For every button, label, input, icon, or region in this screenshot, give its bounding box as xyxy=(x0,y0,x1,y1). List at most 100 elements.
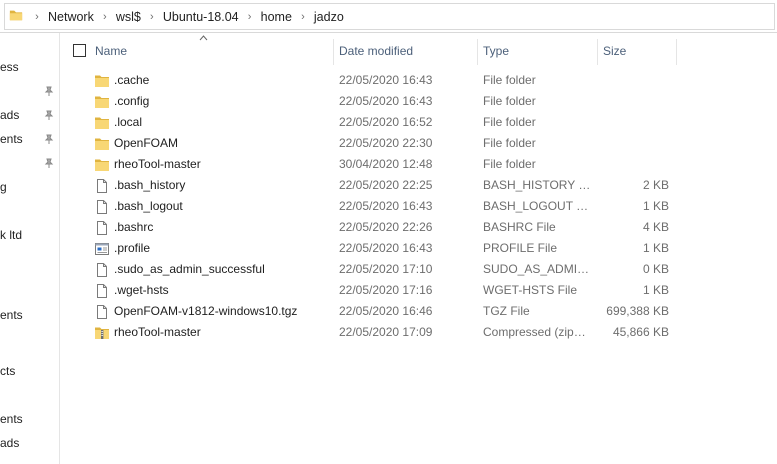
file-row[interactable]: .profile 22/05/2020 16:43 PROFILE File 1 KB xyxy=(61,238,777,259)
file-date-modified: 30/04/2020 12:48 xyxy=(339,157,433,171)
file-name: .sudo_as_admin_successful xyxy=(114,262,265,276)
chevron-right-icon[interactable]: › xyxy=(28,0,46,33)
file-date-modified: 22/05/2020 22:26 xyxy=(339,220,433,234)
file-type: PROFILE File xyxy=(483,241,558,255)
address-bar[interactable]: › Network › wsl$ › Ubuntu-18.04 › home ›… xyxy=(0,0,777,33)
column-header-row: Name Date modified Type Size xyxy=(61,33,777,69)
file-row[interactable]: .local 22/05/2020 16:52 File folder xyxy=(61,112,777,133)
file-size: 1 KB xyxy=(642,283,669,297)
file-date-modified: 22/05/2020 16:43 xyxy=(339,199,433,213)
file-name: OpenFOAM xyxy=(114,136,179,150)
navigation-pane: ess ads ents g k ltd ents cts ents ads xyxy=(0,33,60,464)
file-date-modified: 22/05/2020 16:43 xyxy=(339,73,433,87)
breadcrumb-item[interactable]: home xyxy=(259,10,294,24)
file-name: .bashrc xyxy=(114,220,154,234)
file-size: 4 KB xyxy=(642,220,669,234)
file-icon xyxy=(94,262,110,278)
column-header-size[interactable]: Size xyxy=(598,39,676,67)
file-name: .wget-hsts xyxy=(114,283,169,297)
pin-icon[interactable] xyxy=(44,110,54,120)
pin-icon[interactable] xyxy=(44,134,54,144)
nav-item[interactable]: ents xyxy=(0,308,23,322)
file-name: rheoTool-master xyxy=(114,157,201,171)
zip-folder-icon xyxy=(94,325,110,341)
file-icon xyxy=(94,283,110,299)
file-row[interactable]: .wget-hsts 22/05/2020 17:16 WGET-HSTS File… xyxy=(61,280,777,301)
file-date-modified: 22/05/2020 17:16 xyxy=(339,283,433,297)
file-type: Compressed (zipped) Folder xyxy=(483,325,591,339)
file-date-modified: 22/05/2020 16:52 xyxy=(339,115,433,129)
file-name: OpenFOAM-v1812-windows10.tgz xyxy=(114,304,298,318)
file-date-modified: 22/05/2020 16:46 xyxy=(339,304,433,318)
folder-icon xyxy=(94,73,110,89)
folder-icon xyxy=(94,94,110,110)
file-size: 1 KB xyxy=(642,199,669,213)
file-type: SUDO_AS_ADMIN_SUCCESSFUL File xyxy=(483,262,591,276)
file-date-modified: 22/05/2020 17:10 xyxy=(339,262,433,276)
file-type: File folder xyxy=(483,94,536,108)
file-type: File folder xyxy=(483,115,536,129)
breadcrumb-item[interactable]: Ubuntu-18.04 xyxy=(161,10,241,24)
file-row[interactable]: rheoTool-master 22/05/2020 17:09 Compresse… xyxy=(61,322,777,343)
file-icon xyxy=(94,220,110,236)
nav-item[interactable]: cts xyxy=(0,364,15,378)
folder-icon xyxy=(94,115,110,131)
nav-item[interactable]: ents xyxy=(0,412,23,426)
nav-item[interactable]: ads xyxy=(0,108,19,122)
column-header-name[interactable]: Name xyxy=(90,39,333,67)
file-name: .cache xyxy=(114,73,150,87)
chevron-right-icon[interactable]: › xyxy=(96,0,114,33)
chevron-right-icon[interactable]: › xyxy=(241,0,259,33)
breadcrumb-item[interactable]: wsl$ xyxy=(114,10,143,24)
file-row[interactable]: OpenFOAM 22/05/2020 22:30 File folder xyxy=(61,133,777,154)
file-size: 0 KB xyxy=(642,262,669,276)
column-header-type[interactable]: Type xyxy=(478,39,597,67)
file-row[interactable]: .cache 22/05/2020 16:43 File folder xyxy=(61,70,777,91)
file-row[interactable]: .bashrc 22/05/2020 22:26 BASHRC File 4 KB xyxy=(61,217,777,238)
file-icon xyxy=(94,304,110,320)
file-type: File folder xyxy=(483,157,536,171)
nav-item[interactable]: ents xyxy=(0,132,23,146)
breadcrumb: › Network › wsl$ › Ubuntu-18.04 › home ›… xyxy=(28,0,346,33)
column-header-date-modified[interactable]: Date modified xyxy=(334,39,477,67)
file-row[interactable]: .bash_logout 22/05/2020 16:43 BASH_LOGOUT … xyxy=(61,196,777,217)
file-type: BASHRC File xyxy=(483,220,556,234)
file-type: File folder xyxy=(483,136,536,150)
breadcrumb-item[interactable]: Network xyxy=(46,10,96,24)
file-size: 1 KB xyxy=(642,241,669,255)
folder-icon xyxy=(9,10,23,21)
pin-icon[interactable] xyxy=(44,86,54,96)
file-date-modified: 22/05/2020 22:25 xyxy=(339,178,433,192)
folder-icon xyxy=(94,136,110,152)
chevron-right-icon[interactable]: › xyxy=(294,0,312,33)
file-date-modified: 22/05/2020 22:30 xyxy=(339,136,433,150)
file-row[interactable]: OpenFOAM-v1812-windows10.tgz 22/05/2020 1… xyxy=(61,301,777,322)
column-divider[interactable] xyxy=(676,39,677,65)
pin-icon[interactable] xyxy=(44,158,54,168)
file-row[interactable]: .bash_history 22/05/2020 22:25 BASH_HISTOR… xyxy=(61,175,777,196)
file-row[interactable]: rheoTool-master 30/04/2020 12:48 File fold… xyxy=(61,154,777,175)
select-all-checkbox[interactable] xyxy=(73,44,86,57)
file-date-modified: 22/05/2020 16:43 xyxy=(339,241,433,255)
file-icon xyxy=(94,178,110,194)
file-date-modified: 22/05/2020 16:43 xyxy=(339,94,433,108)
file-name: .bash_history xyxy=(114,178,186,192)
file-size: 2 KB xyxy=(642,178,669,192)
nav-item[interactable]: ess xyxy=(0,60,19,74)
nav-item[interactable]: g xyxy=(0,180,7,194)
file-size: 699,388 KB xyxy=(606,304,669,318)
chevron-right-icon[interactable]: › xyxy=(143,0,161,33)
file-type: File folder xyxy=(483,73,536,87)
file-type: TGZ File xyxy=(483,304,530,318)
breadcrumb-item[interactable]: jadzo xyxy=(312,10,346,24)
file-icon xyxy=(94,199,110,215)
file-name: .bash_logout xyxy=(114,199,183,213)
file-row[interactable]: .config 22/05/2020 16:43 File folder xyxy=(61,91,777,112)
nav-item[interactable]: k ltd xyxy=(0,228,22,242)
file-row[interactable]: .sudo_as_admin_successful 22/05/2020 17:1… xyxy=(61,259,777,280)
file-name: rheoTool-master xyxy=(114,325,201,339)
file-type: BASH_LOGOUT File xyxy=(483,199,591,213)
file-name: .profile xyxy=(114,241,151,255)
nav-item[interactable]: ads xyxy=(0,436,19,450)
file-name: .local xyxy=(114,115,143,129)
